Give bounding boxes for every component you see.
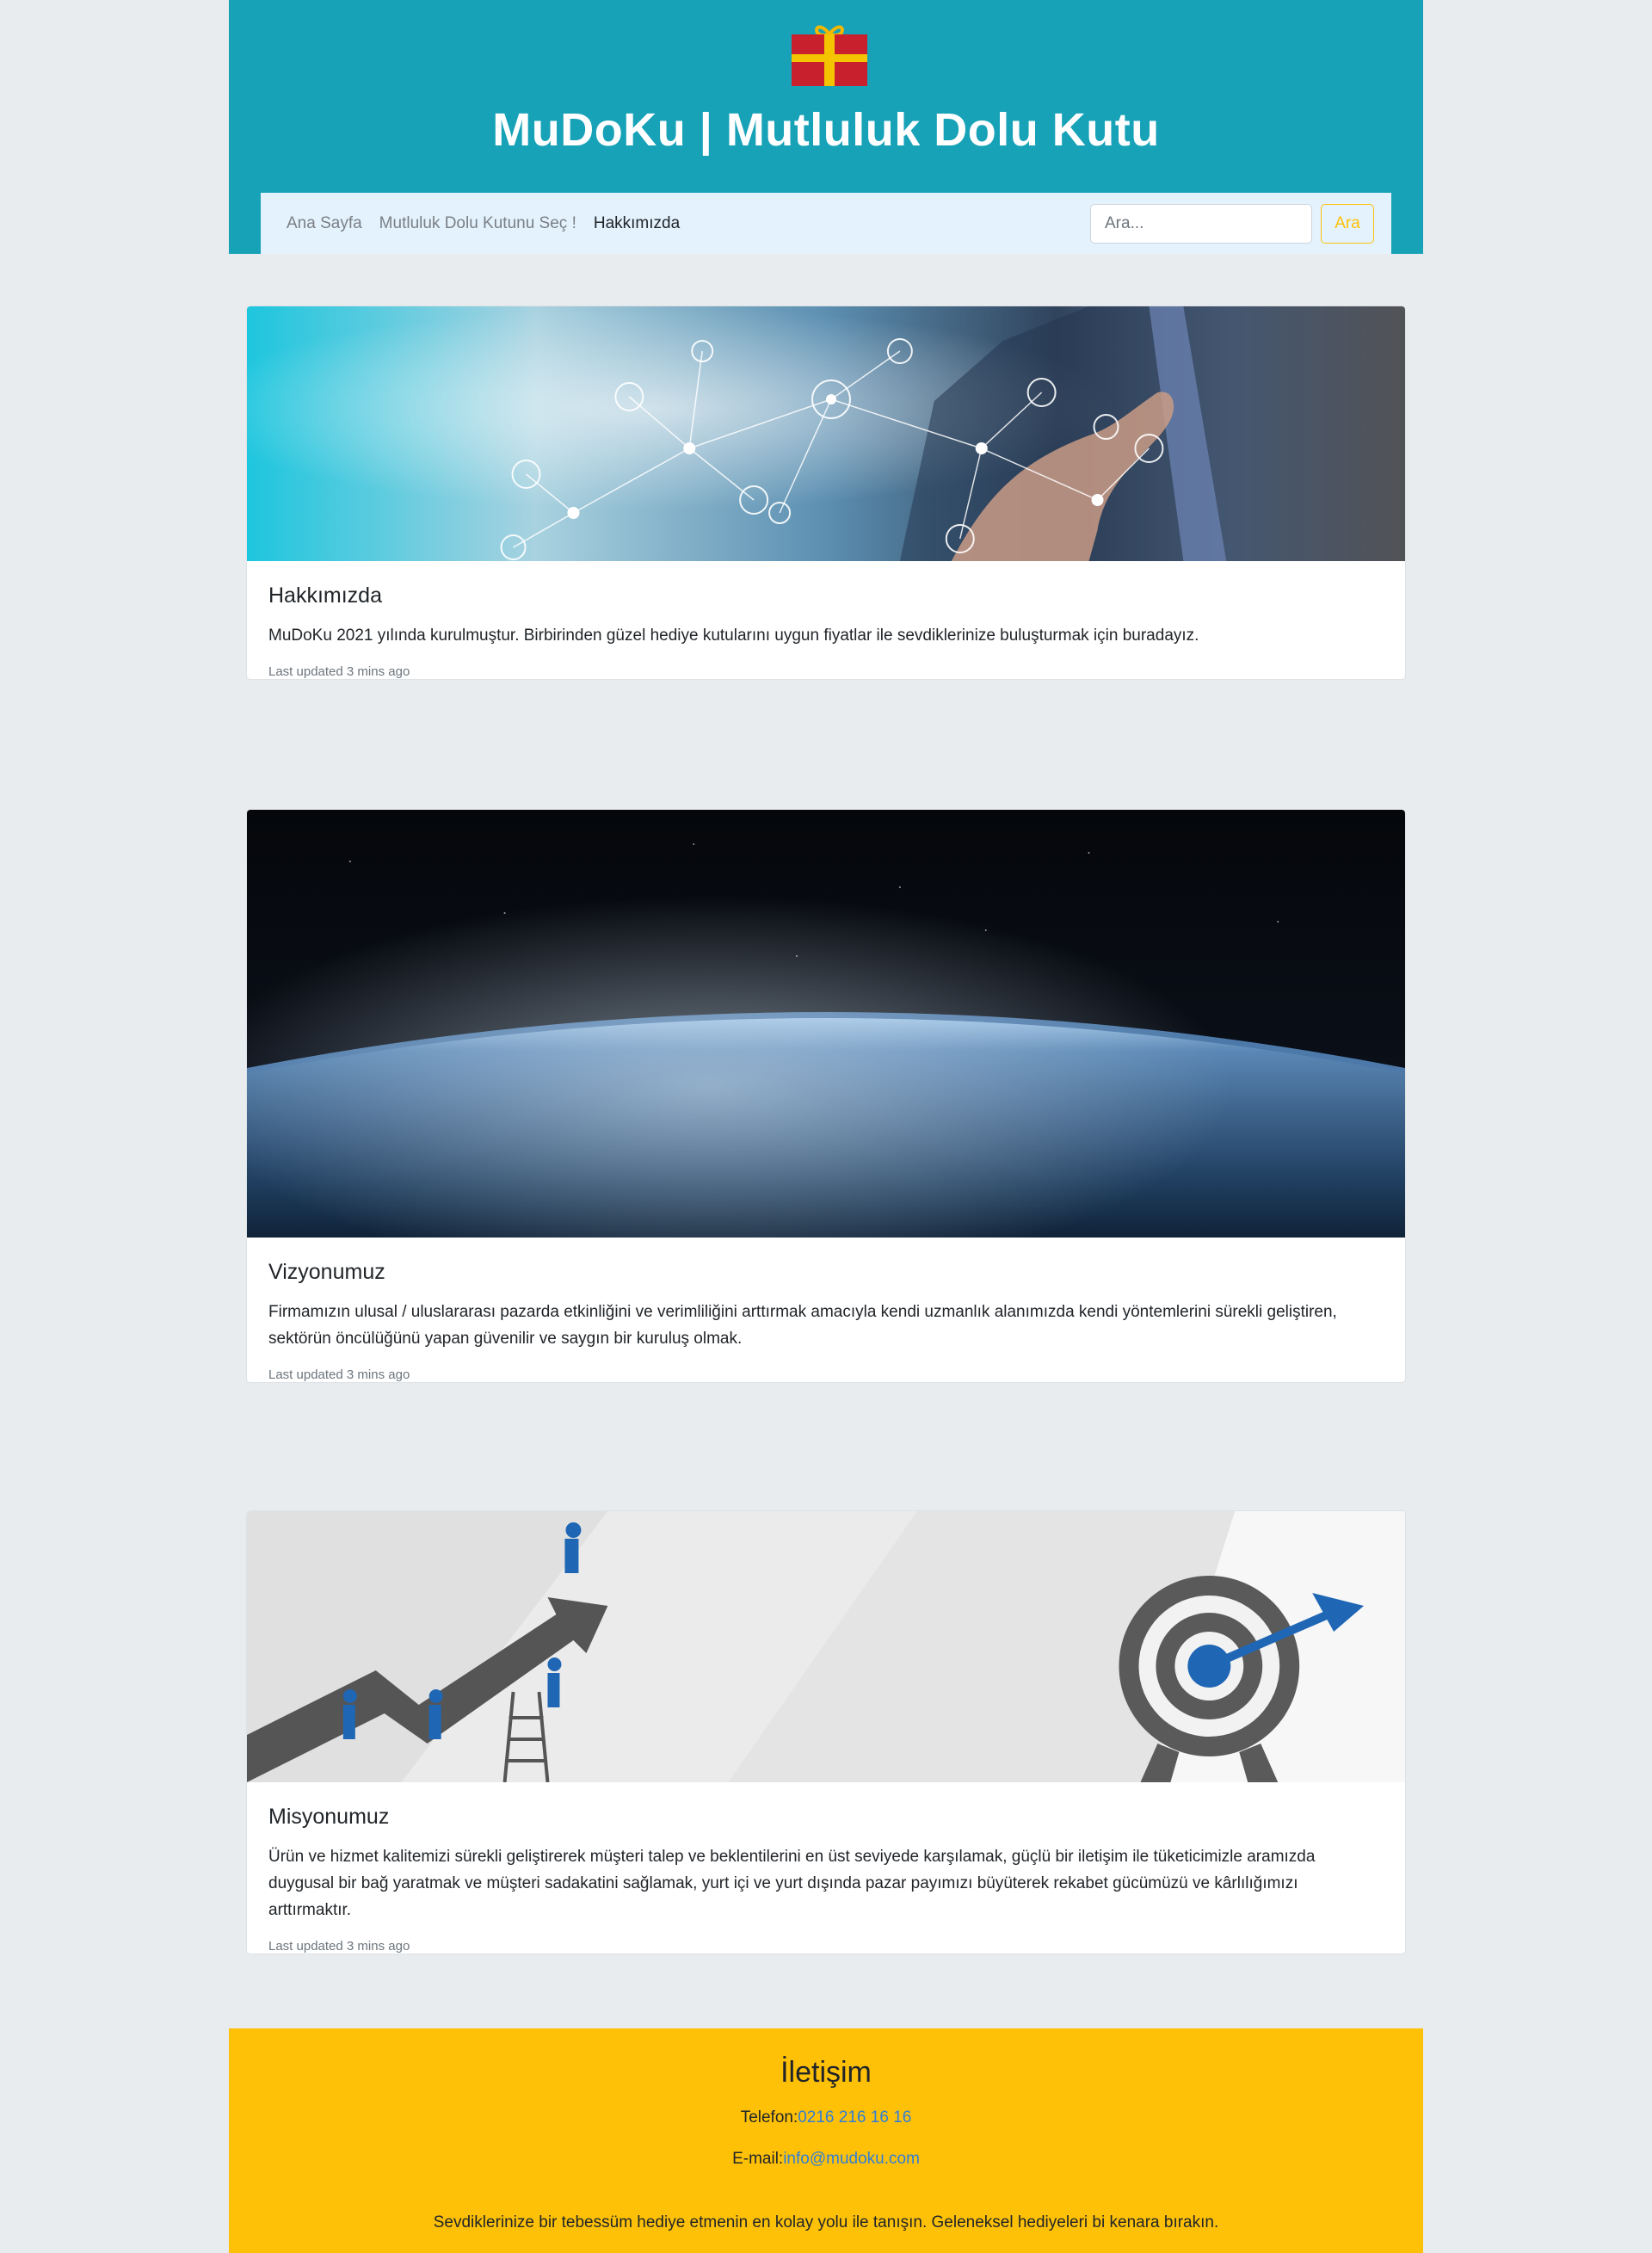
navbar: Ana Sayfa Mutluluk Dolu Kutunu Seç ! Hak… — [261, 193, 1391, 254]
growth-target-image — [247, 1511, 1405, 1782]
last-updated: Last updated 3 mins ago — [268, 1367, 410, 1382]
last-updated: Last updated 3 mins ago — [268, 664, 410, 679]
site-header: MuDoKu | Mutluluk Dolu Kutu Ana Sayfa Mu… — [229, 0, 1423, 254]
card-title: Hakkımızda — [268, 583, 382, 608]
email-link[interactable]: info@mudoku.com — [783, 2150, 920, 2168]
search-form: Ara — [1090, 203, 1374, 244]
vision-card: Vizyonumuz Firmamızın ulusal / uluslarar… — [246, 809, 1406, 1383]
nav-item-hakkimizda[interactable]: Hakkımızda — [594, 214, 680, 233]
nav-item-ana-sayfa[interactable]: Ana Sayfa — [287, 214, 362, 233]
earth-from-space-image — [247, 810, 1405, 1238]
card-text: Firmamızın ulusal / uluslararası pazarda… — [268, 1303, 1337, 1348]
contact-heading: İletişim — [780, 2056, 872, 2089]
nav-item-kutu-sec[interactable]: Mutluluk Dolu Kutunu Seç ! — [379, 214, 576, 233]
mission-card: Misyonumuz Ürün ve hizmet kalitemizi sür… — [246, 1510, 1406, 1954]
contact-footer: İletişim Telefon:0216 216 16 16 E-mail:i… — [229, 2028, 1423, 2253]
page: MuDoKu | Mutluluk Dolu Kutu Ana Sayfa Mu… — [229, 0, 1423, 2253]
card-title: Misyonumuz — [268, 1805, 390, 1829]
nav-links: Ana Sayfa Mutluluk Dolu Kutunu Seç ! Hak… — [287, 214, 1090, 233]
phone-label: Telefon: — [740, 2108, 798, 2126]
phone-link[interactable]: 0216 216 16 16 — [798, 2108, 911, 2126]
email-label: E-mail: — [732, 2150, 784, 2168]
card-body: Vizyonumuz Firmamızın ulusal / uluslarar… — [247, 1238, 1405, 1382]
about-card: Hakkımızda MuDoKu 2021 yılında kurulmuşt… — [246, 306, 1406, 680]
gift-icon — [792, 25, 867, 86]
last-updated: Last updated 3 mins ago — [268, 1939, 410, 1954]
site-title: MuDoKu | Mutluluk Dolu Kutu — [492, 104, 1160, 156]
card-text: Ürün ve hizmet kalitemizi sürekli gelişt… — [268, 1848, 1316, 1919]
card-title: Vizyonumuz — [268, 1260, 385, 1284]
card-body: Hakkımızda MuDoKu 2021 yılında kurulmuşt… — [247, 561, 1405, 679]
phone-line: Telefon:0216 216 16 16 — [229, 2108, 1423, 2127]
footer-tagline: Sevdiklerinize bir tebessüm hediye etmen… — [433, 2213, 1219, 2231]
search-input[interactable] — [1090, 203, 1312, 244]
card-body: Misyonumuz Ürün ve hizmet kalitemizi sür… — [247, 1782, 1405, 1954]
search-button[interactable]: Ara — [1321, 203, 1374, 244]
card-text: MuDoKu 2021 yılında kurulmuştur. Birbiri… — [268, 627, 1199, 645]
email-line: E-mail:info@mudoku.com — [229, 2150, 1423, 2169]
network-technology-image — [247, 306, 1405, 561]
